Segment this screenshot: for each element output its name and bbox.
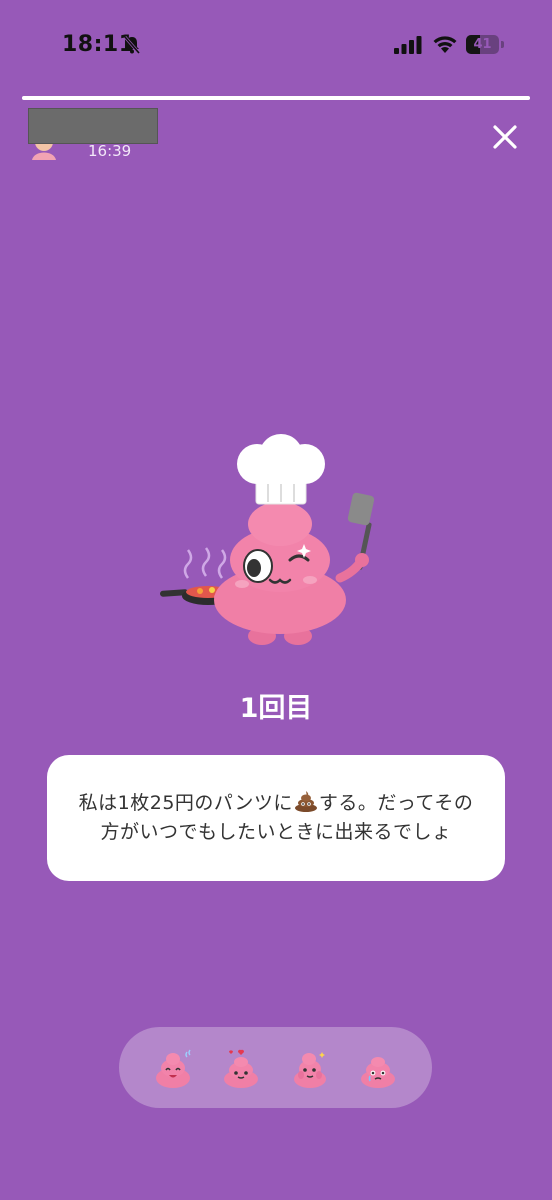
cellular-signal-icon bbox=[394, 36, 422, 54]
story-progress-bar bbox=[22, 96, 530, 100]
battery-indicator: 41 bbox=[466, 35, 504, 54]
status-bar: 18:11 41 bbox=[0, 0, 552, 90]
count-label: 1回目 bbox=[239, 693, 313, 724]
reaction-bar bbox=[119, 1027, 432, 1108]
battery-percent: 41 bbox=[473, 37, 492, 52]
poop-love-icon[interactable] bbox=[219, 1046, 263, 1090]
post-time: 16:39 bbox=[88, 142, 132, 160]
chef-poop-mascot-illustration bbox=[160, 434, 375, 645]
message-bubble: 私は1枚25円のパンツに する。だってその方がいつでもしたいときに出来るでしょ bbox=[47, 755, 505, 881]
close-icon[interactable] bbox=[490, 122, 520, 152]
poop-emoji-icon bbox=[294, 791, 317, 812]
silent-bell-icon bbox=[123, 36, 141, 54]
poop-laugh-icon[interactable] bbox=[151, 1046, 195, 1090]
battery-cap bbox=[501, 41, 504, 48]
poop-cry-icon[interactable] bbox=[356, 1046, 400, 1090]
wifi-icon bbox=[433, 36, 457, 53]
message-text-before: 私は1枚25円のパンツに bbox=[78, 792, 293, 814]
poop-blush-icon[interactable] bbox=[288, 1046, 332, 1090]
story-progress-fill bbox=[22, 96, 530, 100]
redacted-username bbox=[28, 108, 158, 144]
message-text: 私は1枚25円のパンツに する。だってその方がいつでもしたいときに出来るでしょ bbox=[75, 789, 477, 847]
